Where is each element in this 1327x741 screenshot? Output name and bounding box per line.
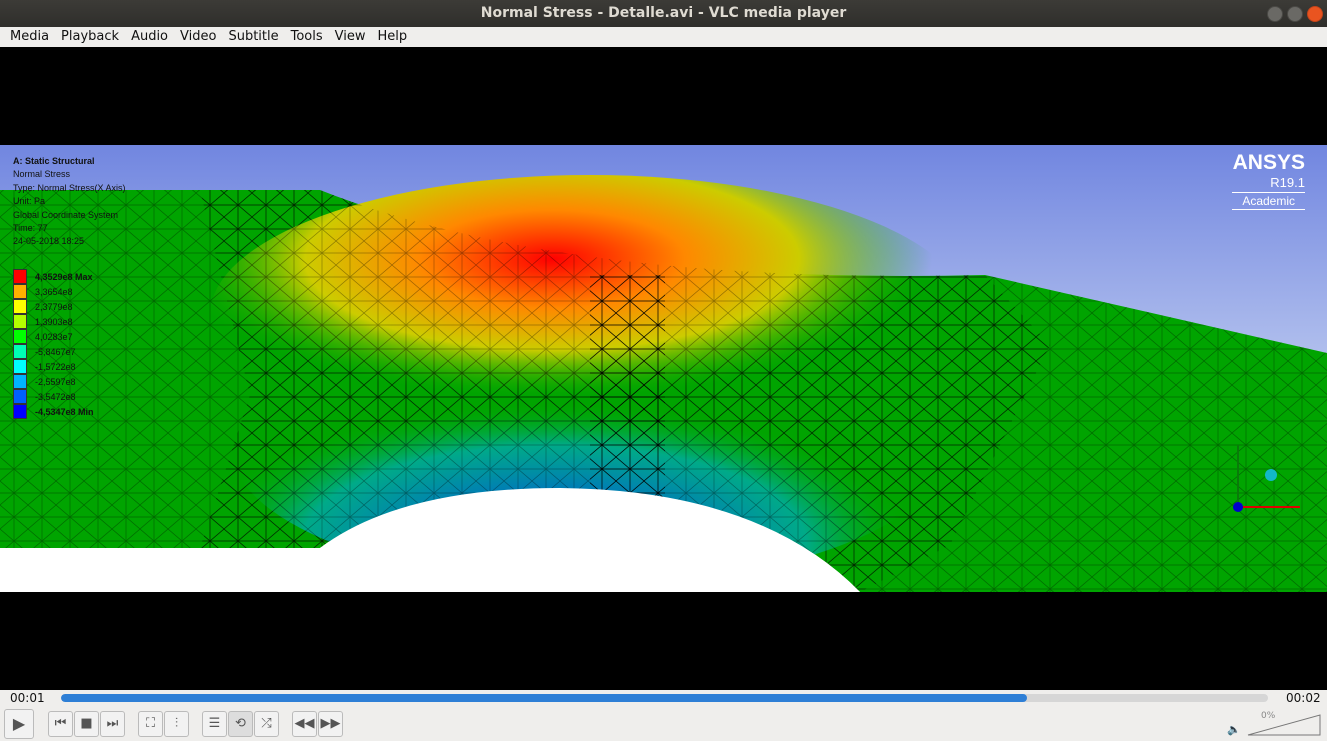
- legend-swatch: [13, 314, 27, 329]
- analysis-title: A: Static Structural: [13, 156, 95, 166]
- legend-swatch: [13, 269, 27, 284]
- previous-button[interactable]: ⏮: [48, 711, 73, 737]
- faster-button[interactable]: ▶▶: [318, 711, 343, 737]
- color-legend: 4,3529e8 Max 3,3654e8 2,3779e8 1,3903e8 4,02…: [13, 269, 94, 419]
- fullscreen-button[interactable]: ⛶: [138, 711, 163, 737]
- legend-row: -5,8467e7: [13, 344, 94, 359]
- equalizer-icon: ⫶: [174, 716, 179, 731]
- legend-label: -5,8467e7: [35, 346, 76, 357]
- legend-swatch: [13, 359, 27, 374]
- volume-slider[interactable]: 0%: [1247, 711, 1321, 736]
- elapsed-time: 00:01: [10, 691, 45, 705]
- coordinate-system: Global Coordinate System: [13, 209, 119, 220]
- legend-swatch: [13, 284, 27, 299]
- legend-row: -3,5472e8: [13, 389, 94, 404]
- legend-row: 3,3654e8: [13, 284, 94, 299]
- legend-row: -2,5597e8: [13, 374, 94, 389]
- window-title: Normal Stress - Detalle.avi - VLC media …: [480, 5, 847, 21]
- menu-help[interactable]: Help: [372, 27, 414, 47]
- fullscreen-icon: ⛶: [145, 716, 156, 731]
- legend-swatch: [13, 389, 27, 404]
- legend-swatch: [13, 374, 27, 389]
- ansys-version: R19.1: [1270, 175, 1305, 190]
- title-bar: Normal Stress - Detalle.avi - VLC media …: [0, 0, 1327, 27]
- menu-playback[interactable]: Playback: [55, 27, 125, 47]
- menu-view[interactable]: View: [329, 27, 372, 47]
- legend-swatch: [13, 329, 27, 344]
- legend-row: 4,0283e7: [13, 329, 94, 344]
- play-button[interactable]: ▶: [4, 709, 34, 739]
- ansys-logo: ANSYS R19.1 Academic: [1232, 151, 1305, 210]
- maximize-button[interactable]: [1287, 6, 1303, 22]
- result-date: 24-05-2018 18:25: [13, 236, 85, 247]
- ansys-edition: Academic: [1232, 192, 1305, 210]
- legend-label: 4,0283e7: [35, 331, 73, 342]
- result-time: Time: 77: [13, 223, 48, 234]
- legend-row: -1,5722e8: [13, 359, 94, 374]
- legend-row: 1,3903e8: [13, 314, 94, 329]
- play-icon: ▶: [12, 714, 26, 733]
- legend-label: 3,3654e8: [35, 286, 73, 297]
- legend-swatch: [13, 344, 27, 359]
- slower-button[interactable]: ◀◀: [292, 711, 317, 737]
- minimize-button[interactable]: [1267, 6, 1283, 22]
- legend-label: -1,5722e8: [35, 361, 76, 372]
- legend-row: 2,3779e8: [13, 299, 94, 314]
- menu-subtitle[interactable]: Subtitle: [222, 27, 284, 47]
- legend-label: 1,3903e8: [35, 316, 73, 327]
- previous-icon: ⏮: [54, 716, 67, 731]
- loop-icon: ⟲: [235, 716, 246, 731]
- legend-label: -4,5347e8 Min: [35, 406, 94, 417]
- menu-bar: Media Playback Audio Video Subtitle Tool…: [0, 27, 1327, 47]
- menu-audio[interactable]: Audio: [125, 27, 174, 47]
- legend-swatch: [13, 299, 27, 314]
- fast-forward-icon: ▶▶: [320, 716, 341, 731]
- playlist-button[interactable]: ☰: [202, 711, 227, 737]
- menu-media[interactable]: Media: [4, 27, 55, 47]
- legend-label: 4,3529e8 Max: [35, 271, 93, 282]
- legend-swatch: [13, 404, 27, 419]
- seek-progress: [61, 694, 1027, 702]
- legend-label: 2,3779e8: [35, 301, 73, 312]
- stop-button[interactable]: ■: [74, 711, 99, 737]
- legend-row: -4,5347e8 Min: [13, 404, 94, 419]
- stress-plot-frame: [0, 145, 1327, 592]
- total-time: 00:02: [1286, 691, 1321, 705]
- video-area[interactable]: A: Static Structural Normal Stress Type:…: [0, 47, 1327, 690]
- next-button[interactable]: ⏭: [100, 711, 125, 737]
- result-name: Normal Stress: [13, 169, 71, 180]
- result-unit: Unit: Pa: [13, 196, 46, 207]
- volume-level: 0%: [1261, 711, 1276, 721]
- stop-icon: ■: [80, 716, 93, 731]
- loop-button[interactable]: ⟲: [228, 711, 253, 737]
- result-type: Type: Normal Stress(X Axis): [13, 182, 126, 193]
- close-button[interactable]: [1307, 6, 1323, 22]
- seek-slider[interactable]: [61, 694, 1268, 702]
- shuffle-button[interactable]: ⤮: [254, 711, 279, 737]
- ansys-name: ANSYS: [1232, 151, 1305, 174]
- result-info: A: Static Structural Normal Stress Type:…: [13, 155, 126, 249]
- next-icon: ⏭: [106, 716, 119, 731]
- rewind-icon: ◀◀: [294, 716, 315, 731]
- menu-video[interactable]: Video: [174, 27, 222, 47]
- speaker-icon[interactable]: 🔈: [1227, 723, 1241, 736]
- extended-settings-button[interactable]: ⫶: [164, 711, 189, 737]
- legend-label: -3,5472e8: [35, 391, 76, 402]
- legend-row: 4,3529e8 Max: [13, 269, 94, 284]
- playlist-icon: ☰: [208, 716, 221, 731]
- legend-label: -2,5597e8: [35, 376, 76, 387]
- control-bar: 00:01 00:02 ▶ ⏮ ■ ⏭ ⛶ ⫶ ☰ ⟲ ⤮ ◀◀ ▶▶ 🔈 0%: [0, 690, 1327, 741]
- menu-tools[interactable]: Tools: [285, 27, 329, 47]
- shuffle-icon: ⤮: [261, 716, 272, 731]
